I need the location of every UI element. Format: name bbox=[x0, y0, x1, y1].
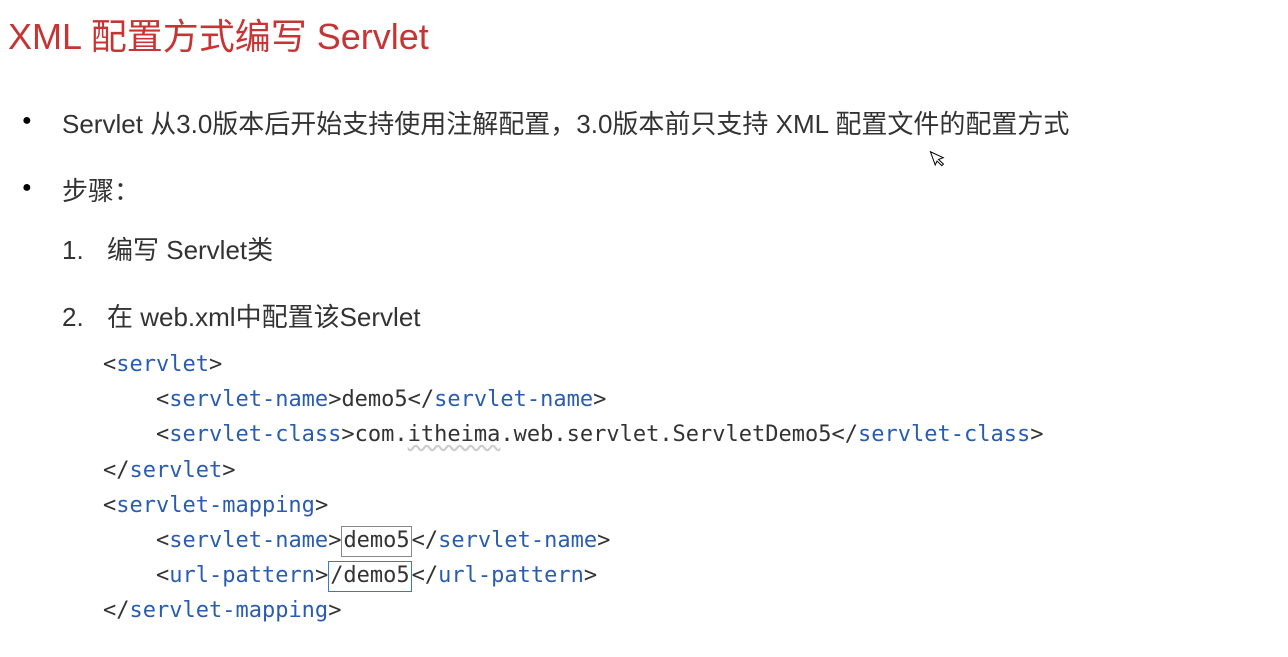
tag-url-pattern: url-pattern bbox=[169, 563, 315, 588]
tag-servlet-class: servlet-class bbox=[169, 422, 341, 447]
step-2: 2. 在 web.xml中配置该Servlet <servlet> <servl… bbox=[62, 298, 1278, 629]
tag-servlet-name: servlet-name bbox=[169, 387, 328, 412]
code-block: <servlet> <servlet-name>demo5</servlet-n… bbox=[103, 347, 1278, 629]
highlighted-box-1: demo5 bbox=[341, 526, 411, 557]
bullet-item-2: 步骤： 1. 编写 Servlet类 2. 在 web.xml中配置该Servl… bbox=[10, 172, 1278, 629]
page-title: XML 配置方式编写 Servlet bbox=[0, 0, 1288, 80]
step-1-text: 编写 Servlet类 bbox=[107, 235, 273, 265]
step-2-text: 在 web.xml中配置该Servlet bbox=[107, 302, 421, 332]
steps-label: 步骤： bbox=[62, 176, 140, 206]
tag-servlet-mapping: servlet-mapping bbox=[116, 493, 315, 518]
step-number-1: 1. bbox=[62, 231, 84, 270]
underlined-text: itheima bbox=[408, 422, 501, 447]
steps-list: 1. 编写 Servlet类 2. 在 web.xml中配置该Servlet <… bbox=[62, 231, 1278, 629]
bullet-item-1: Servlet 从3.0版本后开始支持使用注解配置，3.0版本前只支持 XML … bbox=[10, 105, 1278, 144]
highlighted-box-2: /demo5 bbox=[328, 561, 411, 592]
servlet-name-value: demo5 bbox=[341, 387, 407, 412]
step-number-2: 2. bbox=[62, 298, 84, 337]
step-1: 1. 编写 Servlet类 bbox=[62, 231, 1278, 270]
content-area: Servlet 从3.0版本后开始支持使用注解配置，3.0版本前只支持 XML … bbox=[0, 105, 1288, 629]
tag-servlet-open: servlet bbox=[116, 352, 209, 377]
main-bullet-list: Servlet 从3.0版本后开始支持使用注解配置，3.0版本前只支持 XML … bbox=[10, 105, 1278, 629]
